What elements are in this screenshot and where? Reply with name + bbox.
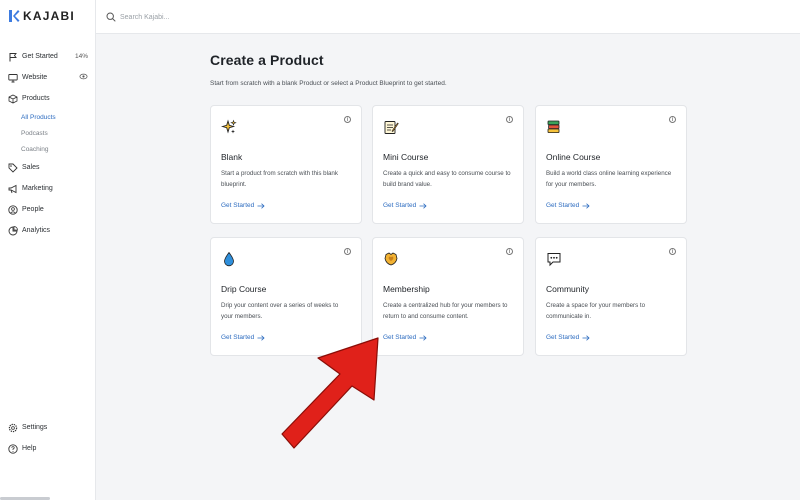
card-description: Drip your content over a series of weeks… <box>221 302 339 320</box>
card-title: Drip Course <box>221 284 267 294</box>
sidebar-item-sales[interactable]: Sales <box>0 157 96 178</box>
gear-icon <box>8 423 18 433</box>
person-icon <box>8 204 18 215</box>
top-header <box>96 0 800 33</box>
card-title: Community <box>546 284 589 294</box>
get-started-label: Get Started <box>221 202 255 209</box>
kajabi-logo-icon <box>9 10 20 22</box>
get-started-link[interactable]: Get Started <box>221 334 265 341</box>
get-started-link[interactable]: Get Started <box>546 202 590 209</box>
flag-icon <box>8 52 18 62</box>
sidebar-item-products[interactable]: Products <box>0 88 96 109</box>
product-card-online-course[interactable]: i Online Course Build a world class onli… <box>535 105 687 224</box>
search-bar[interactable]: Search Kajabi... <box>106 10 169 24</box>
card-title: Online Course <box>546 152 601 162</box>
product-card-blank[interactable]: i Blank Start a product from scratch wit… <box>210 105 362 224</box>
sidebar-item-settings[interactable]: Settings <box>0 417 96 438</box>
monitor-icon <box>8 73 18 83</box>
search-icon <box>106 12 116 22</box>
sidebar-nav: Get Started 14% Website Products All Pro… <box>0 46 96 241</box>
product-card-mini-course[interactable]: i Mini Course Create a quick and easy to… <box>372 105 524 224</box>
get-started-label: Get Started <box>546 334 580 341</box>
kajabi-logo[interactable]: KAJABI <box>8 8 75 24</box>
sidebar-subitem-all-products[interactable]: All Products <box>0 109 96 125</box>
info-icon[interactable]: i <box>506 248 513 255</box>
brand-name: KAJABI <box>23 9 75 23</box>
sidebar-subitem-podcasts[interactable]: Podcasts <box>0 125 96 141</box>
arrow-right-icon <box>257 334 265 341</box>
sidebar-item-label: Get Started <box>22 53 58 60</box>
sidebar-item-label: Marketing <box>22 185 53 192</box>
get-started-link[interactable]: Get Started <box>383 202 427 209</box>
chart-icon <box>8 225 18 236</box>
card-description: Create a centralized hub for your member… <box>383 302 508 320</box>
arrow-right-icon <box>582 202 590 209</box>
box-icon <box>8 94 18 104</box>
get-started-link[interactable]: Get Started <box>221 202 265 209</box>
header-divider <box>96 33 800 34</box>
info-icon[interactable]: i <box>344 116 351 123</box>
eye-icon[interactable] <box>79 72 88 83</box>
arrow-right-icon <box>419 334 427 341</box>
page-title: Create a Product <box>210 52 324 68</box>
sidebar-subitem-coaching[interactable]: Coaching <box>0 141 96 157</box>
sidebar-bottom-nav: Settings Help <box>0 417 96 459</box>
tag-icon <box>8 163 18 173</box>
info-icon[interactable]: i <box>344 248 351 255</box>
get-started-link[interactable]: Get Started <box>546 334 590 341</box>
card-description: Start a product from scratch with this b… <box>221 170 338 188</box>
sidebar-item-website[interactable]: Website <box>0 67 96 88</box>
arrow-right-icon <box>582 334 590 341</box>
help-icon <box>8 443 18 454</box>
sidebar-item-label: Settings <box>22 424 48 431</box>
sidebar-item-label: Analytics <box>22 227 51 234</box>
sidebar-item-marketing[interactable]: Marketing <box>0 178 96 199</box>
card-description: Build a world class online learning expe… <box>546 170 672 188</box>
get-started-label: Get Started <box>221 334 255 341</box>
product-card-community[interactable]: i Community Create a space for your memb… <box>535 237 687 356</box>
info-icon[interactable]: i <box>669 116 676 123</box>
card-title: Mini Course <box>383 152 429 162</box>
badge-heart-icon <box>384 252 398 266</box>
chat-bubble-icon <box>547 253 561 267</box>
sidebar-item-people[interactable]: People <box>0 199 96 220</box>
sidebar-item-help[interactable]: Help <box>0 438 96 459</box>
sidebar-item-label: Website <box>22 74 48 81</box>
arrow-right-icon <box>419 202 427 209</box>
get-started-label: Get Started <box>546 202 580 209</box>
get-started-label: Get Started <box>383 202 417 209</box>
card-description: Create a space for your members to commu… <box>546 302 646 320</box>
info-icon[interactable]: i <box>506 116 513 123</box>
search-input[interactable]: Search Kajabi... <box>120 14 169 21</box>
red-arrow-annotation <box>281 337 379 449</box>
sidebar-item-label: Products <box>22 95 50 102</box>
sidebar-item-label: Sales <box>22 164 40 171</box>
sidebar-item-label: Help <box>22 445 37 452</box>
sidebar-item-label: People <box>22 206 44 213</box>
droplet-icon <box>224 251 234 267</box>
sidebar: KAJABI Get Started 14% Website Products … <box>0 0 96 500</box>
card-title: Membership <box>383 284 430 294</box>
card-description: Create a quick and easy to consume cours… <box>383 170 511 188</box>
arrow-right-icon <box>257 202 265 209</box>
info-icon[interactable]: i <box>669 248 676 255</box>
books-icon <box>547 120 560 133</box>
sidebar-item-analytics[interactable]: Analytics <box>0 220 96 241</box>
megaphone-icon <box>8 184 18 194</box>
progress-percent: 14% <box>74 53 88 60</box>
card-title: Blank <box>221 152 243 162</box>
sidebar-item-get-started[interactable]: Get Started 14% <box>0 46 96 67</box>
sparkle-icon <box>221 119 237 134</box>
notepad-icon <box>384 121 399 134</box>
page-subtitle: Start from scratch with a blank Product … <box>210 80 447 87</box>
